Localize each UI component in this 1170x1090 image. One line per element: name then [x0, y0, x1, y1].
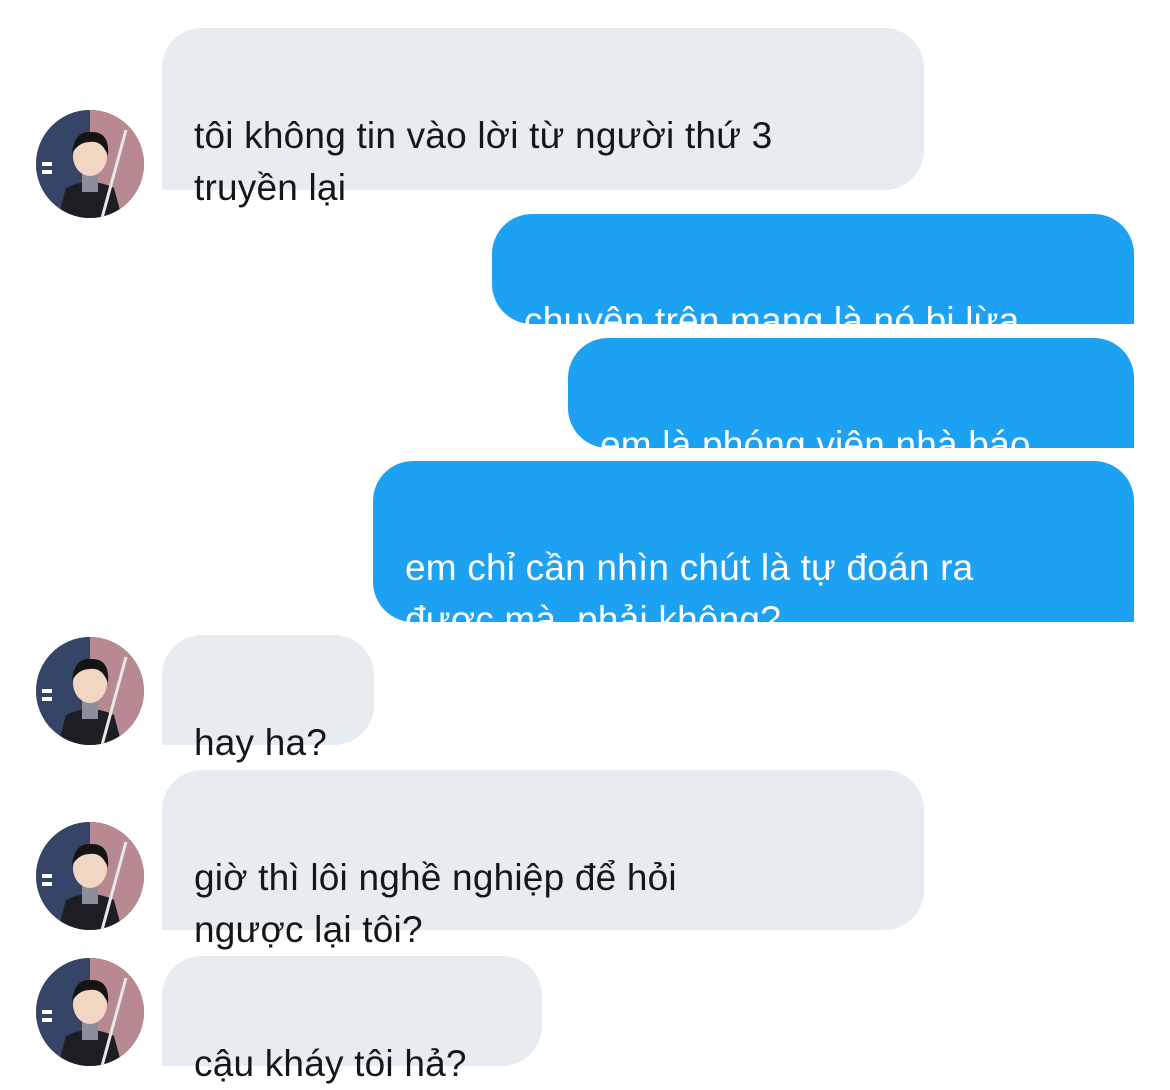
message-bubble-incoming[interactable]: cậu kháy tôi hả?	[162, 956, 542, 1084]
message-text: hay ha?	[194, 722, 328, 763]
user-avatar-icon[interactable]	[36, 637, 144, 745]
user-avatar-icon[interactable]	[36, 822, 144, 930]
message-text: cậu kháy tôi hả?	[194, 1043, 467, 1084]
message-bubble-incoming[interactable]: giờ thì lôi nghề nghiệp để hỏi ngược lại…	[162, 770, 924, 950]
message-bubble-outgoing[interactable]: chuyện trên mạng là nó bị lừa	[492, 214, 1134, 341]
message-text: giờ thì lôi nghề nghiệp để hỏi ngược lại…	[194, 857, 677, 950]
message-text: chuyện trên mạng là nó bị lừa	[524, 300, 1020, 341]
message-text: tôi không tin vào lời từ người thứ 3 tru…	[194, 115, 773, 208]
user-avatar-icon[interactable]	[36, 110, 144, 218]
message-text: em là phóng viên nhà báo	[600, 424, 1031, 465]
message-bubble-outgoing[interactable]: em chỉ cần nhìn chút là tự đoán ra được …	[373, 461, 1134, 640]
message-bubble-incoming[interactable]: tôi không tin vào lời từ người thứ 3 tru…	[162, 28, 924, 208]
user-avatar-icon[interactable]	[36, 958, 144, 1066]
message-text: em chỉ cần nhìn chút là tự đoán ra được …	[405, 547, 974, 640]
message-bubble-outgoing[interactable]: em là phóng viên nhà báo	[568, 338, 1134, 465]
message-bubble-incoming[interactable]: hay ha?	[162, 635, 374, 763]
